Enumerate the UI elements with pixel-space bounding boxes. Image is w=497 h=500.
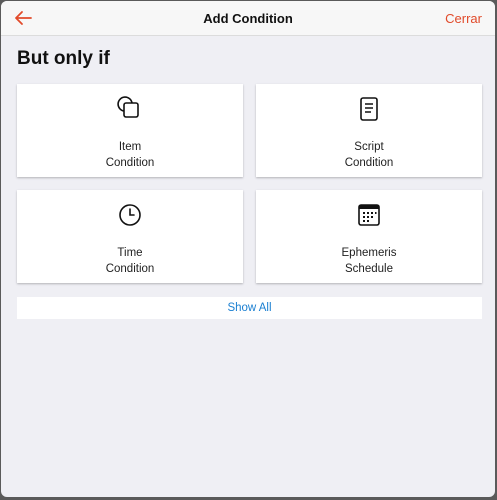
cancel-button[interactable]: Cerrar	[445, 11, 482, 26]
card-label: Script Condition	[344, 141, 394, 169]
card-label: Time Condition	[105, 247, 155, 275]
time-condition-card[interactable]: Time Condition	[17, 190, 243, 283]
card-label: Item Condition	[105, 141, 155, 169]
navbar: Add Condition Cerrar	[1, 1, 495, 36]
overlapping-squares-icon	[117, 96, 139, 118]
page-title: Add Condition	[203, 11, 293, 26]
clock-icon	[119, 204, 141, 226]
modal-sheet: Add Condition Cerrar But only if Item Co…	[1, 1, 495, 497]
ephemeris-schedule-card[interactable]: Ephemeris Schedule	[256, 190, 482, 283]
show-all-button[interactable]: Show All	[17, 297, 482, 319]
document-icon	[360, 97, 378, 121]
calendar-icon	[358, 204, 380, 226]
card-label: Ephemeris Schedule	[341, 247, 397, 275]
script-condition-card[interactable]: Script Condition	[256, 84, 482, 177]
section-title: But only if	[17, 48, 110, 69]
item-condition-card[interactable]: Item Condition	[17, 84, 243, 177]
